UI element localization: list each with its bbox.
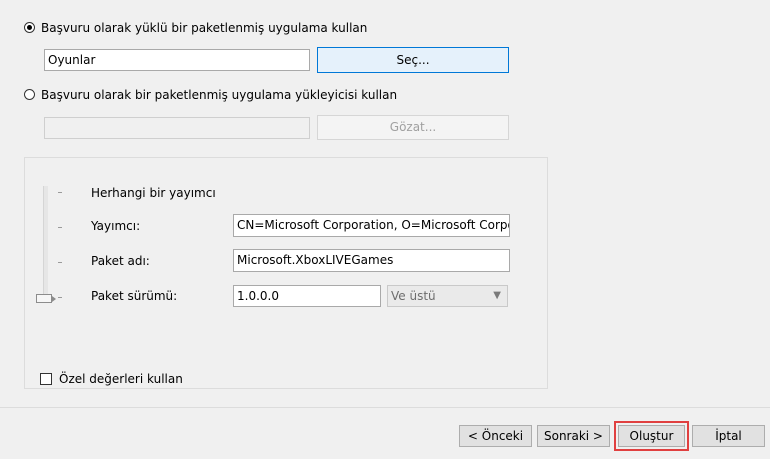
slider-tick bbox=[58, 192, 62, 193]
select-button[interactable]: Seç... bbox=[317, 47, 509, 73]
slider-tick bbox=[58, 297, 62, 298]
level-any-publisher: Herhangi bir yayımcı bbox=[91, 186, 216, 200]
custom-values-label: Özel değerleri kullan bbox=[59, 372, 183, 386]
radio-package-installer[interactable] bbox=[24, 89, 35, 100]
create-button[interactable]: Oluştur bbox=[618, 425, 685, 447]
version-operator-select: Ve üstü ▼ bbox=[387, 285, 508, 307]
version-operator-value: Ve üstü bbox=[391, 289, 436, 303]
package-version-label: Paket sürümü: bbox=[91, 289, 178, 303]
chevron-down-icon: ▼ bbox=[493, 290, 501, 301]
publisher-label: Yayımcı: bbox=[91, 219, 141, 233]
package-name-field[interactable]: Microsoft.XboxLIVEGames bbox=[233, 249, 510, 272]
radio-package-installer-label: Başvuru olarak bir paketlenmiş uygulama … bbox=[41, 88, 398, 102]
browse-button: Gözat... bbox=[317, 115, 509, 140]
cancel-button[interactable]: İptal bbox=[692, 425, 765, 447]
publisher-field[interactable]: CN=Microsoft Corporation, O=Microsoft Co… bbox=[233, 214, 510, 237]
custom-values-checkbox[interactable] bbox=[40, 373, 52, 385]
scope-slider-thumb[interactable] bbox=[36, 294, 56, 303]
installed-package-field[interactable]: Oyunlar bbox=[44, 49, 310, 71]
radio-installed-package[interactable] bbox=[24, 22, 35, 33]
footer-divider bbox=[0, 407, 770, 408]
radio-installed-package-label: Başvuru olarak yüklü bir paketlenmiş uyg… bbox=[41, 21, 368, 35]
slider-tick bbox=[58, 262, 62, 263]
package-name-label: Paket adı: bbox=[91, 254, 150, 268]
package-version-field[interactable]: 1.0.0.0 bbox=[233, 285, 381, 307]
next-button[interactable]: Sonraki > bbox=[537, 425, 610, 447]
slider-tick bbox=[58, 227, 62, 228]
back-button[interactable]: < Önceki bbox=[459, 425, 532, 447]
installer-path-field bbox=[44, 117, 310, 139]
scope-slider-track[interactable] bbox=[43, 186, 48, 298]
